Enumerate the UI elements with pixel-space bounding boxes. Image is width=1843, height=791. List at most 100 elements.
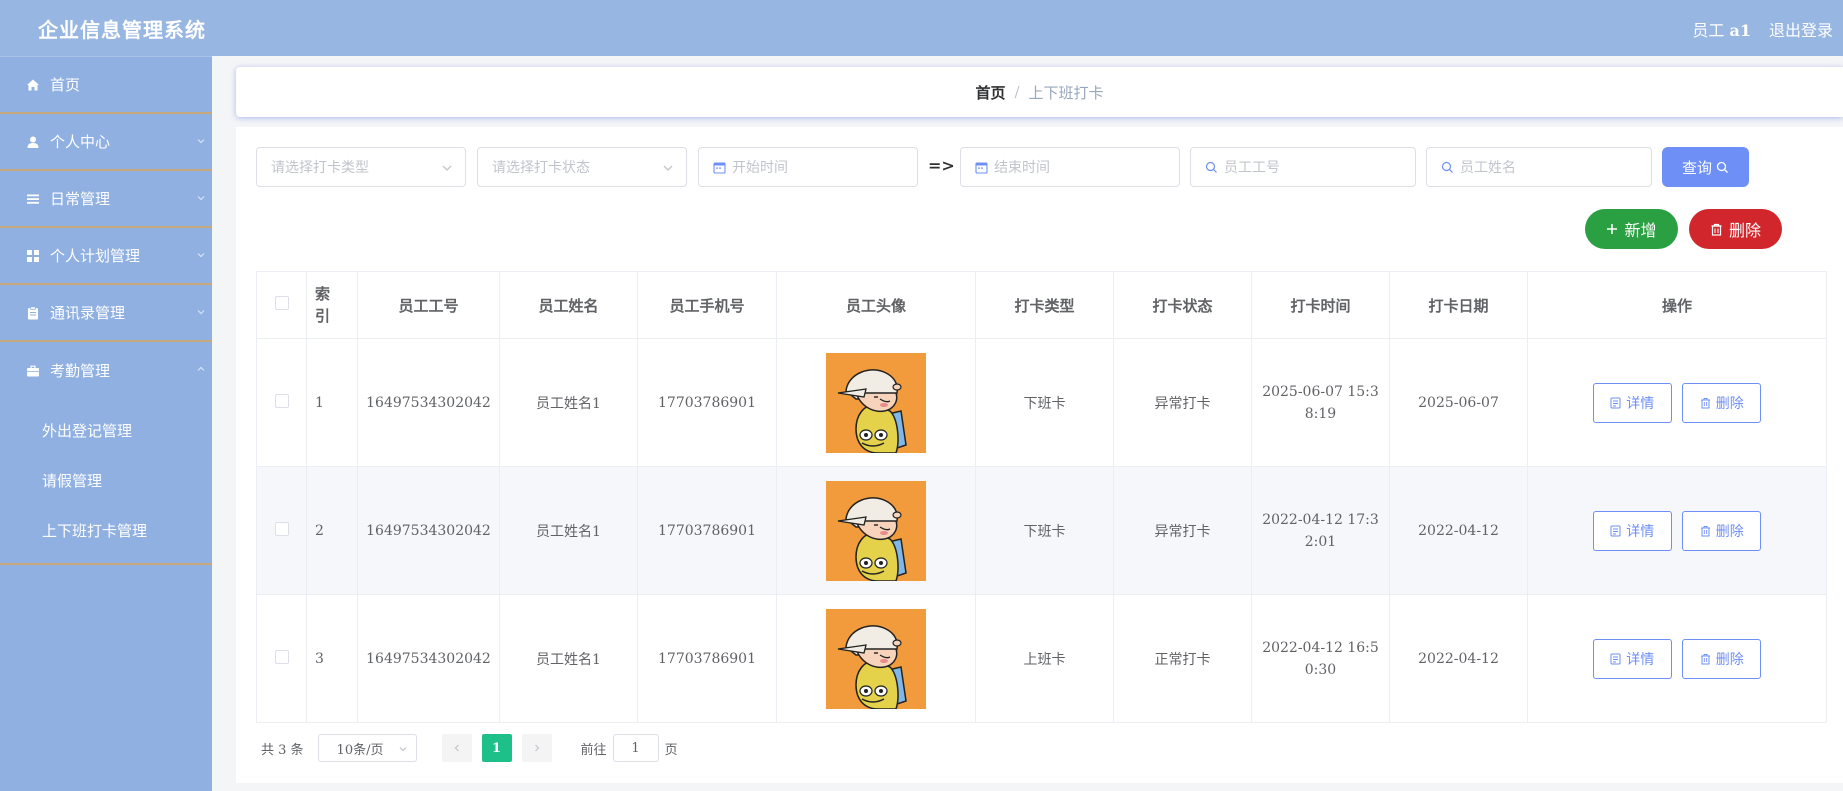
chevron-down-icon xyxy=(197,139,205,144)
detail-button[interactable]: 详情 xyxy=(1592,382,1672,423)
clock-status-placeholder: 请选择打卡状态 xyxy=(492,160,590,176)
goto-page-input[interactable] xyxy=(612,734,659,762)
row-actions: 详情 删除 xyxy=(1527,466,1827,595)
row-delete-button[interactable]: 删除 xyxy=(1682,638,1762,679)
row-status: 正常打卡 xyxy=(1113,594,1252,723)
query-button[interactable]: 查询 xyxy=(1662,147,1749,187)
breadcrumb-separator: / xyxy=(1014,83,1020,101)
sidebar-item-home[interactable]: 首页 xyxy=(0,57,212,114)
batch-delete-label: 删除 xyxy=(1728,221,1761,240)
batch-delete-button[interactable]: 删除 xyxy=(1689,209,1782,249)
app-title: 企业信息管理系统 xyxy=(38,18,206,42)
col-header-emp-name: 员工姓名 xyxy=(499,271,638,339)
row-phone: 17703786901 xyxy=(637,466,777,595)
next-page-button[interactable] xyxy=(521,734,552,762)
sidebar-item-label: 日常管理 xyxy=(50,190,111,208)
row-status: 异常打卡 xyxy=(1113,338,1252,467)
goto-prefix: 前往 xyxy=(580,742,607,758)
trash-icon xyxy=(1700,653,1710,664)
current-user: 员工 a1 xyxy=(1692,17,1751,41)
filter-bar: 请选择打卡类型 请选择打卡状态 开始时间 => 结束时间 员工工号 员工姓名 查… xyxy=(256,147,1836,187)
row-emp-name: 员工姓名1 xyxy=(499,594,638,723)
employee-name-input[interactable]: 员工姓名 xyxy=(1426,147,1652,187)
row-checkbox[interactable] xyxy=(274,649,289,664)
select-all-checkbox[interactable] xyxy=(274,296,289,310)
detail-label: 详情 xyxy=(1626,395,1655,412)
start-time-placeholder: 开始时间 xyxy=(732,160,788,176)
top-header: 企业信息管理系统 员工 a1 退出登录 xyxy=(0,0,1843,56)
col-header-phone: 员工手机号 xyxy=(637,271,777,339)
search-icon xyxy=(1716,161,1728,173)
calendar-icon xyxy=(975,161,988,174)
sidebar-item-plans[interactable]: 个人计划管理 xyxy=(0,228,212,285)
search-icon xyxy=(1441,161,1454,174)
row-delete-button[interactable]: 删除 xyxy=(1682,382,1762,423)
row-checkbox[interactable] xyxy=(274,393,289,408)
user-name: a1 xyxy=(1729,21,1752,40)
row-emp-no: 16497534302042 xyxy=(357,466,500,595)
plus-icon xyxy=(1606,223,1618,235)
employee-number-placeholder: 员工工号 xyxy=(1224,160,1280,176)
detail-button[interactable]: 详情 xyxy=(1592,510,1672,551)
detail-label: 详情 xyxy=(1626,523,1655,540)
row-checkbox[interactable] xyxy=(274,521,289,536)
sidebar-item-personal-center[interactable]: 个人中心 xyxy=(0,114,212,171)
col-header-index: 索引 xyxy=(306,271,358,339)
logout-link[interactable]: 退出登录 xyxy=(1769,17,1833,41)
pagination: 共 3 条 10条/页 1 前往 页 xyxy=(261,734,678,762)
chevron-right-icon xyxy=(534,744,539,752)
row-delete-button[interactable]: 删除 xyxy=(1682,510,1762,551)
pagination-total: 共 3 条 xyxy=(261,742,304,758)
row-type: 上班卡 xyxy=(975,594,1114,723)
end-time-picker[interactable]: 结束时间 xyxy=(960,147,1180,187)
sidebar-subitem-clockin[interactable]: 上下班打卡管理 xyxy=(0,505,212,555)
trash-icon xyxy=(1710,223,1723,236)
row-actions: 详情 删除 xyxy=(1527,594,1827,723)
clock-type-select[interactable]: 请选择打卡类型 xyxy=(256,147,466,187)
start-time-picker[interactable]: 开始时间 xyxy=(698,147,918,187)
sidebar-subitem-leave[interactable]: 请假管理 xyxy=(0,455,212,505)
table-row: 1 16497534302042 员工姓名1 17703786901 下班卡 异… xyxy=(256,338,1827,467)
detail-button[interactable]: 详情 xyxy=(1592,638,1672,679)
row-date: 2025-06-07 xyxy=(1389,338,1528,467)
trash-icon xyxy=(1700,525,1710,536)
col-header-avatar: 员工头像 xyxy=(776,271,976,339)
breadcrumb: 首页 / 上下班打卡 xyxy=(236,67,1843,117)
page-size-select[interactable]: 10条/页 xyxy=(317,734,417,762)
date-range-separator: => xyxy=(928,156,955,175)
sidebar-item-daily[interactable]: 日常管理 xyxy=(0,171,212,228)
trash-icon xyxy=(1700,397,1710,408)
employee-number-input[interactable]: 员工工号 xyxy=(1190,147,1416,187)
breadcrumb-home[interactable]: 首页 xyxy=(975,82,1005,103)
sidebar-subitem-outing[interactable]: 外出登记管理 xyxy=(0,405,212,455)
add-button[interactable]: 新增 xyxy=(1585,209,1678,249)
page-number-button[interactable]: 1 xyxy=(481,734,512,762)
sidebar: 首页 个人中心 日常管理 个人计划管理 通讯录管理 考勤管理 外出登记管理 请假… xyxy=(0,56,212,791)
row-phone: 17703786901 xyxy=(637,338,777,467)
row-index: 2 xyxy=(306,466,358,595)
chevron-down-icon xyxy=(197,253,205,258)
row-delete-label: 删除 xyxy=(1715,395,1744,412)
prev-page-button[interactable] xyxy=(441,734,472,762)
sidebar-item-attendance[interactable]: 考勤管理 xyxy=(0,342,212,399)
chevron-down-icon xyxy=(663,165,673,171)
clock-status-select[interactable]: 请选择打卡状态 xyxy=(477,147,687,187)
row-type: 下班卡 xyxy=(975,338,1114,467)
row-date: 2022-04-12 xyxy=(1389,594,1528,723)
row-type: 下班卡 xyxy=(975,466,1114,595)
sidebar-item-label: 个人中心 xyxy=(50,133,111,151)
col-header-emp-no: 员工工号 xyxy=(357,271,500,339)
sidebar-item-contacts[interactable]: 通讯录管理 xyxy=(0,285,212,342)
sidebar-item-label: 个人计划管理 xyxy=(50,247,141,265)
row-delete-label: 删除 xyxy=(1715,523,1744,540)
detail-label: 详情 xyxy=(1626,651,1655,668)
sidebar-item-label: 考勤管理 xyxy=(50,362,111,380)
breadcrumb-current: 上下班打卡 xyxy=(1028,83,1104,102)
goto-suffix: 页 xyxy=(664,742,678,758)
table-row: 3 16497534302042 员工姓名1 17703786901 上班卡 正… xyxy=(256,594,1827,723)
table-row: 2 16497534302042 员工姓名1 17703786901 下班卡 异… xyxy=(256,466,1827,595)
row-emp-no: 16497534302042 xyxy=(357,594,500,723)
end-time-placeholder: 结束时间 xyxy=(994,160,1050,176)
document-icon xyxy=(1610,525,1621,536)
query-button-label: 查询 xyxy=(1681,158,1712,177)
